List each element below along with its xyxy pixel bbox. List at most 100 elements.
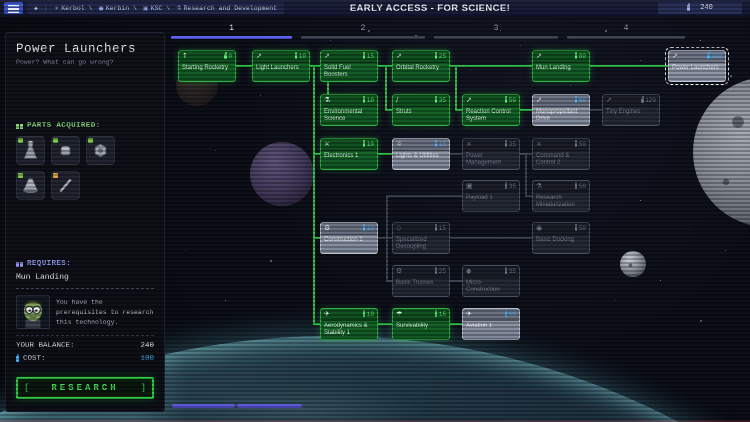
- tech-node-aviation_1[interactable]: ✈ 50 Aviation 1: [462, 308, 520, 340]
- science-flask-icon: [687, 3, 691, 11]
- tech-node-light_launchers[interactable]: ↗ 10 Light Launchers: [252, 50, 310, 82]
- balance-row: YOUR BALANCE: 240: [16, 342, 154, 350]
- tech-node-basic_docking[interactable]: ◉ 50 Basic Docking: [532, 222, 590, 254]
- menu-button[interactable]: [4, 2, 23, 14]
- tech-node-lights_utilities[interactable]: ☼ 15 Lights & Utilities: [392, 138, 450, 170]
- crossed-tools-icon: ×: [536, 140, 542, 148]
- part-tile[interactable]: [16, 136, 45, 165]
- breadcrumb-separator: |: [43, 4, 48, 12]
- building-icon: ▣: [142, 4, 149, 12]
- part-tile[interactable]: [16, 171, 45, 200]
- science-flask-icon: [434, 267, 438, 274]
- science-flask-icon: [362, 52, 366, 59]
- science-flask-icon: [574, 52, 578, 59]
- breadcrumb-item-1[interactable]: ● Kerbin \: [98, 5, 136, 12]
- hamburger-icon: [8, 5, 19, 13]
- science-cost: 50: [504, 96, 516, 104]
- tech-node-micro_construction[interactable]: ◆ 35 Micro-Construction: [462, 265, 520, 297]
- science-flask-icon: [294, 52, 298, 59]
- tech-node-mun_landing[interactable]: ↗ 80 Mun Landing: [532, 50, 590, 82]
- tech-node-label: Payload 1: [466, 195, 493, 201]
- tech-node-label: Specialized Decoupling: [396, 237, 427, 250]
- launch-icon: ↗: [606, 96, 612, 104]
- breadcrumb-item-0[interactable]: ☀ Kerbol \: [54, 5, 93, 12]
- science-cost: 35: [504, 140, 516, 148]
- docking-icon: ◉: [536, 224, 543, 232]
- tech-node-label: Research Miniaturization: [536, 195, 575, 208]
- science-flask-icon: [504, 140, 508, 147]
- science-cost: 120: [641, 96, 656, 104]
- tech-node-struts[interactable]: ∕ 35 Struts: [392, 94, 450, 126]
- research-button[interactable]: [ RESEARCH ]: [16, 377, 154, 399]
- tech-node-power_launchers[interactable]: ↗ 100 Power Launchers: [664, 46, 730, 86]
- tech-node-starting_rocketry[interactable]: ↑ 0 Starting Rocketry: [178, 50, 236, 82]
- tech-node-label: Light Launchers: [256, 65, 299, 71]
- tech-node-environmental_science[interactable]: ⚗ 10 Environmental Science: [320, 94, 378, 126]
- tech-node-orbital_rocketry[interactable]: ↗ 25 Orbital Rocketry: [392, 50, 450, 82]
- requires-header: REQUIRES:: [16, 260, 154, 268]
- tech-node-label: Mun Landing: [536, 65, 571, 71]
- tech-node-label: Micro-Construction: [466, 280, 500, 293]
- science-cost: 80: [574, 52, 586, 60]
- science-cost: 50: [504, 310, 516, 318]
- launch-icon: ↗: [466, 96, 472, 104]
- tech-node-basic_trusses[interactable]: ⚙ 25 Basic Trusses: [392, 265, 450, 297]
- science-flask-icon: [434, 224, 438, 231]
- page-title: EARLY ACCESS - FOR SCIENCE!: [349, 3, 511, 14]
- crossed-tools-icon: ×: [466, 140, 472, 148]
- launch-icon: ↗: [536, 52, 542, 60]
- tech-node-tiny_engines[interactable]: ↗ 120 Tiny Engines: [602, 94, 660, 126]
- science-cost: 10: [362, 140, 374, 148]
- horizontal-scrollbar[interactable]: [172, 404, 302, 408]
- tech-node-specialized_decoupling[interactable]: ◇ 15 Specialized Decoupling: [392, 222, 450, 254]
- tech-node-label: Power Launchers: [672, 65, 719, 71]
- tech-node-label: Survivability: [396, 323, 429, 329]
- science-cost: 10: [362, 224, 374, 232]
- divider: [16, 288, 154, 289]
- tech-node-electronics_1[interactable]: × 10 Electronics 1: [320, 138, 378, 170]
- science-points-value: 240: [700, 4, 713, 12]
- breadcrumb-item-3[interactable]: ⚗ Research and Development: [176, 5, 277, 12]
- part-tile[interactable]: [51, 171, 80, 200]
- parachute-icon: ☂: [396, 310, 403, 318]
- tech-node-survivability[interactable]: ☂ 15 Survivability: [392, 308, 450, 340]
- science-flask-icon: [362, 310, 366, 317]
- science-flask-icon: [434, 96, 438, 103]
- cylinder-part-icon: [60, 146, 71, 156]
- balance-value: 240: [140, 342, 154, 350]
- part-tile[interactable]: [51, 136, 80, 165]
- tech-node-aero_stability_1[interactable]: ✈ 10 Aerodynamics & Stability 1: [320, 308, 378, 340]
- tech-node-construction_1[interactable]: ⚙ 10 Construction 1: [320, 222, 378, 254]
- flask-icon: ⚗: [176, 4, 182, 12]
- breadcrumb-label: KSC \: [150, 4, 171, 12]
- science-flask-icon: [224, 52, 227, 59]
- tech-node-command_control_2[interactable]: × 50 Command & Control 2: [532, 138, 590, 170]
- tech-node-reaction_control_system[interactable]: ↗ 50 Reaction Control System: [462, 94, 520, 126]
- science-cost: 25: [434, 52, 446, 60]
- launch-icon: ↗: [672, 52, 678, 60]
- wrench-icon: ⚙: [324, 224, 331, 232]
- tech-node-label: Basic Docking: [536, 237, 575, 243]
- tech-title: Power Launchers: [16, 42, 137, 56]
- tech-node-label: Electronics 1: [324, 153, 359, 159]
- tech-node-label: Solid Fuel Boosters: [324, 65, 351, 78]
- science-flask-icon: ⚗: [324, 96, 331, 104]
- sun-icon: ☀: [53, 4, 60, 12]
- tech-node-power_management[interactable]: × 35 Power Management: [462, 138, 520, 170]
- tech-node-label: Tiny Engines: [606, 109, 641, 115]
- tech-node-research_miniaturization[interactable]: ⚗ 50 Research Miniaturization: [532, 180, 590, 212]
- tech-node-payload_1[interactable]: ▣ 35 Payload 1: [462, 180, 520, 212]
- rod-part-icon: [59, 178, 72, 193]
- science-flask-icon: [362, 96, 366, 103]
- tech-node-monopropellant_drive[interactable]: ↗ 80 Monopropellant Drive: [532, 94, 590, 126]
- science-cost: 15: [434, 140, 446, 148]
- breadcrumb-item-2[interactable]: ▣ KSC \: [143, 5, 170, 12]
- tech-node-solid_fuel_boosters[interactable]: ↗ 15 Solid Fuel Boosters: [320, 50, 378, 82]
- science-cost: 25: [434, 267, 446, 275]
- payload-icon: ▣: [466, 182, 473, 190]
- kerbal-avatar: [16, 295, 50, 329]
- tech-subtitle: Power? What can go wrong?: [16, 59, 114, 66]
- science-flask-icon: [504, 96, 508, 103]
- part-tile[interactable]: [86, 136, 115, 165]
- tech-node-label: Starting Rocketry: [182, 65, 229, 71]
